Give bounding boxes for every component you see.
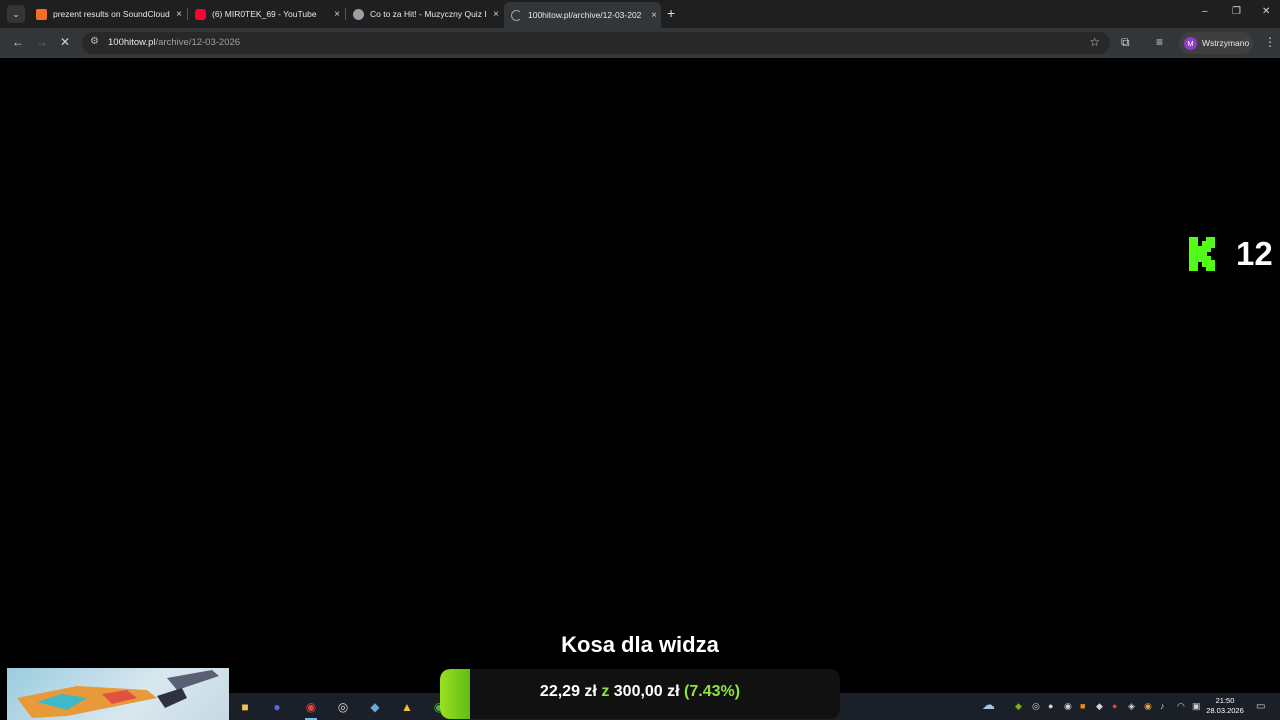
- restore-button[interactable]: ❐: [1232, 6, 1241, 17]
- goal-percent: (7.43%): [684, 683, 741, 700]
- youtube-icon: [195, 8, 206, 20]
- menu-kebab-icon[interactable]: ⋮: [1264, 35, 1276, 49]
- tab-soundcloud[interactable]: prezent results on SoundCloud ×: [29, 4, 186, 24]
- kick-viewer-count: 12: [1236, 235, 1273, 272]
- loading-spinner-icon: [511, 9, 522, 21]
- discord-icon[interactable]: ●: [267, 697, 287, 717]
- donation-goal-title: Kosa dla widza: [561, 632, 719, 657]
- tab-title: prezent results on SoundCloud: [53, 9, 170, 19]
- volume-icon[interactable]: ♪: [1160, 701, 1165, 711]
- donation-goal-text: 22,29 zł z 300,00 zł (7.43%): [440, 683, 840, 701]
- bookmark-star-icon[interactable]: ☆: [1089, 35, 1100, 49]
- close-icon[interactable]: ×: [172, 9, 186, 20]
- app-icon[interactable]: ▲: [397, 697, 417, 717]
- tab-youtube[interactable]: (6) MIR0TEK_69 - YouTube ×: [188, 4, 344, 24]
- goal-separator: z: [601, 683, 610, 700]
- tray-app-icon-5[interactable]: ◉: [1144, 701, 1152, 712]
- skin-image: [7, 668, 229, 720]
- close-icon[interactable]: ×: [647, 10, 661, 21]
- microphone-icon[interactable]: ●: [1048, 701, 1053, 711]
- obs-icon[interactable]: ◎: [333, 697, 353, 717]
- tab-title: 100hitow.pl/archive/12-03-202: [528, 10, 642, 20]
- tray-app-icon-2[interactable]: ■: [1080, 701, 1085, 711]
- wifi-icon[interactable]: ◠: [1177, 701, 1185, 712]
- browser-toolbar: ← → ✕ ⚙ 100hitow.pl/archive/12-03-2026 ☆…: [0, 28, 1280, 58]
- globe-icon: [353, 8, 364, 20]
- page-content: 12: [0, 59, 1280, 687]
- donation-goal-bar: 22,29 zł z 300,00 zł (7.43%): [440, 669, 840, 719]
- tray-app-icon[interactable]: ◎: [1032, 701, 1040, 712]
- minimize-button[interactable]: –: [1202, 6, 1208, 17]
- tab-quiz[interactable]: Co to za Hit! - Muzyczny Quiz I ×: [346, 4, 503, 24]
- notification-icon[interactable]: ▭: [1256, 701, 1265, 712]
- close-window-button[interactable]: ✕: [1262, 6, 1270, 17]
- avatar: M: [1184, 36, 1197, 50]
- soundcloud-icon: [36, 8, 47, 20]
- close-icon[interactable]: ×: [330, 9, 344, 20]
- address-bar[interactable]: ⚙ 100hitow.pl/archive/12-03-2026 ☆: [82, 32, 1110, 54]
- new-tab-button[interactable]: +: [667, 6, 675, 20]
- clock-time: 21:50: [1215, 696, 1235, 705]
- tab-100hitow[interactable]: 100hitow.pl/archive/12-03-202 ×: [504, 2, 661, 28]
- site-settings-icon[interactable]: ⚙: [90, 36, 99, 47]
- profile-status-label: Wstrzymano: [1202, 38, 1250, 48]
- goal-current-amount: 22,29 zł: [539, 683, 597, 700]
- kick-logo-icon: [1189, 237, 1215, 271]
- tab-title: (6) MIR0TEK_69 - YouTube: [212, 9, 317, 19]
- back-arrow-icon[interactable]: ←: [12, 35, 24, 49]
- tray-app-icon-4[interactable]: ◈: [1128, 701, 1135, 712]
- media-controls-icon[interactable]: ≡: [1156, 35, 1163, 49]
- chrome-icon[interactable]: ◉: [301, 697, 321, 720]
- tab-strip: ⌄ prezent results on SoundCloud × (6) MI…: [0, 0, 1280, 28]
- tab-search-icon[interactable]: ⌄: [7, 5, 25, 23]
- file-explorer-icon[interactable]: ■: [235, 697, 255, 717]
- discord-tray-icon[interactable]: ◉: [1064, 701, 1072, 712]
- profile-button[interactable]: M Wstrzymano: [1179, 32, 1253, 54]
- clock-date: 28.03.2026: [1206, 706, 1244, 715]
- extensions-icon[interactable]: ⧉: [1121, 35, 1130, 49]
- steam-tray-icon[interactable]: ◆: [1096, 701, 1103, 712]
- tray-app-icon-3[interactable]: ●: [1112, 701, 1117, 711]
- steam-icon[interactable]: ◆: [365, 697, 385, 717]
- stop-loading-icon[interactable]: ✕: [60, 35, 70, 49]
- nvidia-icon[interactable]: ◆: [1015, 701, 1022, 712]
- goal-target-amount: 300,00 zł: [613, 683, 680, 700]
- forward-arrow-icon[interactable]: →: [36, 35, 48, 49]
- close-icon[interactable]: ×: [489, 9, 503, 20]
- tab-title: Co to za Hit! - Muzyczny Quiz I: [370, 9, 487, 19]
- taskbar-clock[interactable]: 21:50 28.03.2026: [1200, 696, 1250, 716]
- weather-icon[interactable]: ☁: [982, 697, 995, 713]
- url-text[interactable]: 100hitow.pl/archive/12-03-2026: [108, 37, 240, 48]
